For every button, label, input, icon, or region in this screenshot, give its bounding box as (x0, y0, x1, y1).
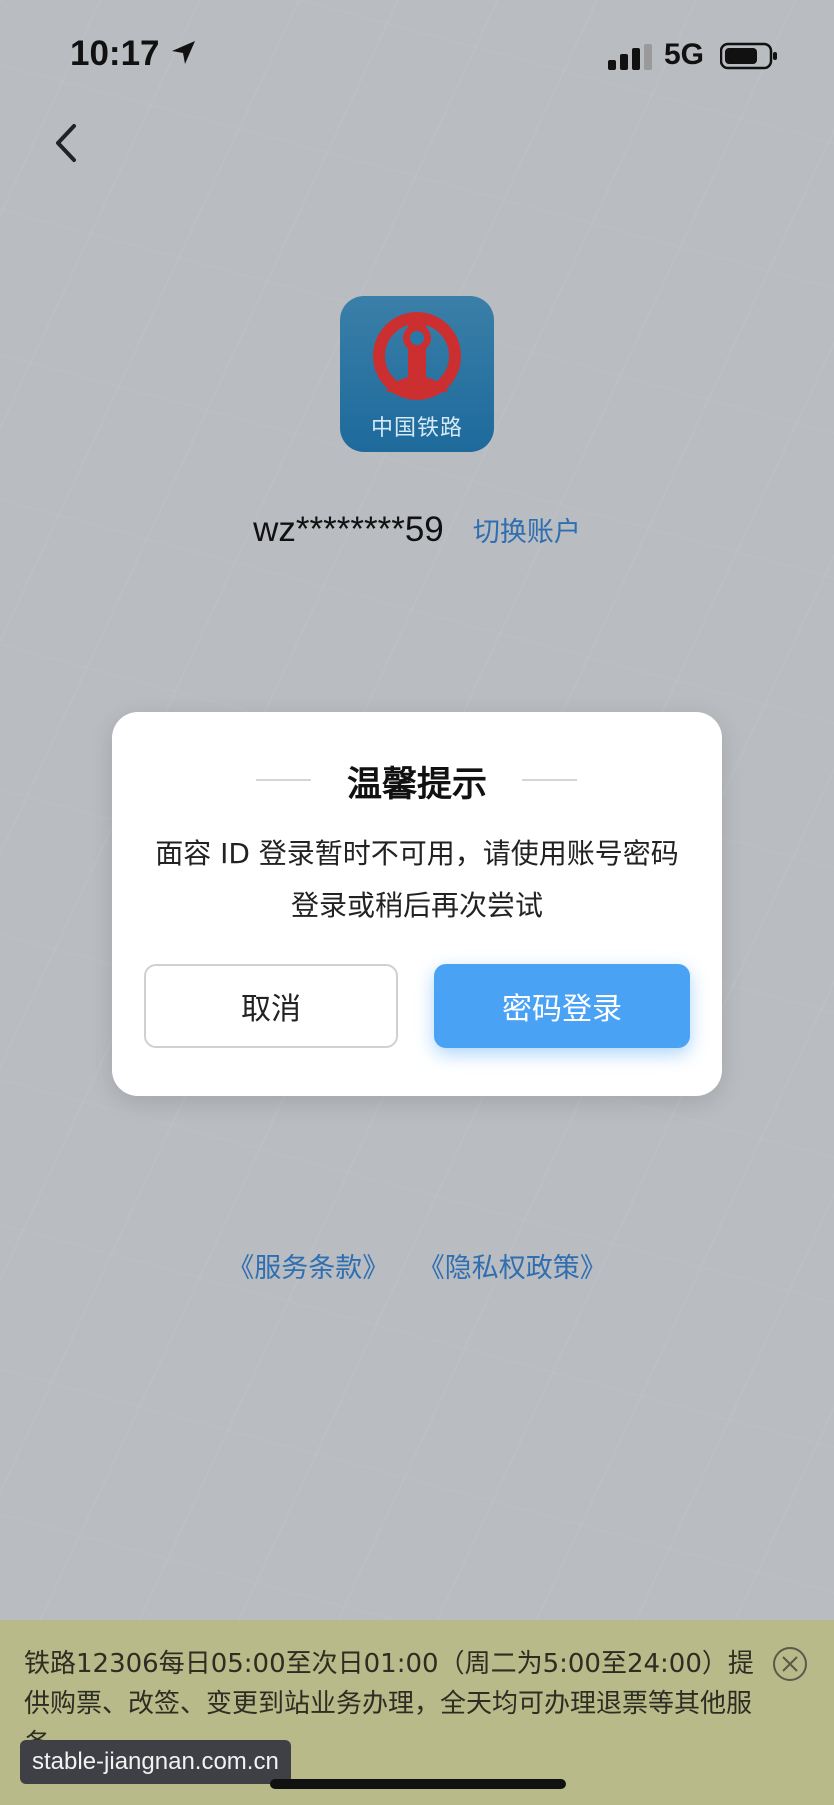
close-circle-icon[interactable] (772, 1646, 808, 1682)
chevron-left-icon[interactable] (44, 118, 94, 168)
password-login-button[interactable]: 密码登录 (434, 964, 690, 1048)
logo-text: 中国铁路 (370, 416, 463, 441)
cancel-button[interactable]: 取消 (144, 964, 398, 1048)
home-indicator[interactable] (270, 1779, 566, 1789)
terms-link[interactable]: 《服务条款》 (227, 1253, 389, 1284)
legal-links: 《服务条款》 《隐私权政策》 (0, 1246, 834, 1285)
title-divider-right (522, 779, 577, 781)
signal-icon (608, 44, 652, 70)
battery-icon (720, 42, 777, 70)
status-bar: 10:17 5G (0, 0, 834, 110)
account-row: wz********59 切换账户 (0, 510, 834, 550)
privacy-link[interactable]: 《隐私权政策》 (418, 1253, 607, 1284)
network-type: 5G (664, 38, 705, 71)
switch-account-link[interactable]: 切换账户 (473, 517, 581, 548)
location-arrow-icon (172, 41, 195, 64)
status-time: 10:17 (70, 34, 160, 73)
dialog-message: 面容 ID 登录暂时不可用，请使用账号密码登录或稍后再次尝试 (155, 837, 679, 922)
alert-dialog: 温馨提示 面容 ID 登录暂时不可用，请使用账号密码登录或稍后再次尝试 取消 密… (112, 712, 722, 1096)
account-name: wz********59 (253, 510, 444, 549)
dialog-title: 温馨提示 (346, 765, 487, 805)
app-logo: 中国铁路 (340, 296, 494, 452)
watermark: stable-jiangnan.com.cn (20, 1740, 291, 1784)
